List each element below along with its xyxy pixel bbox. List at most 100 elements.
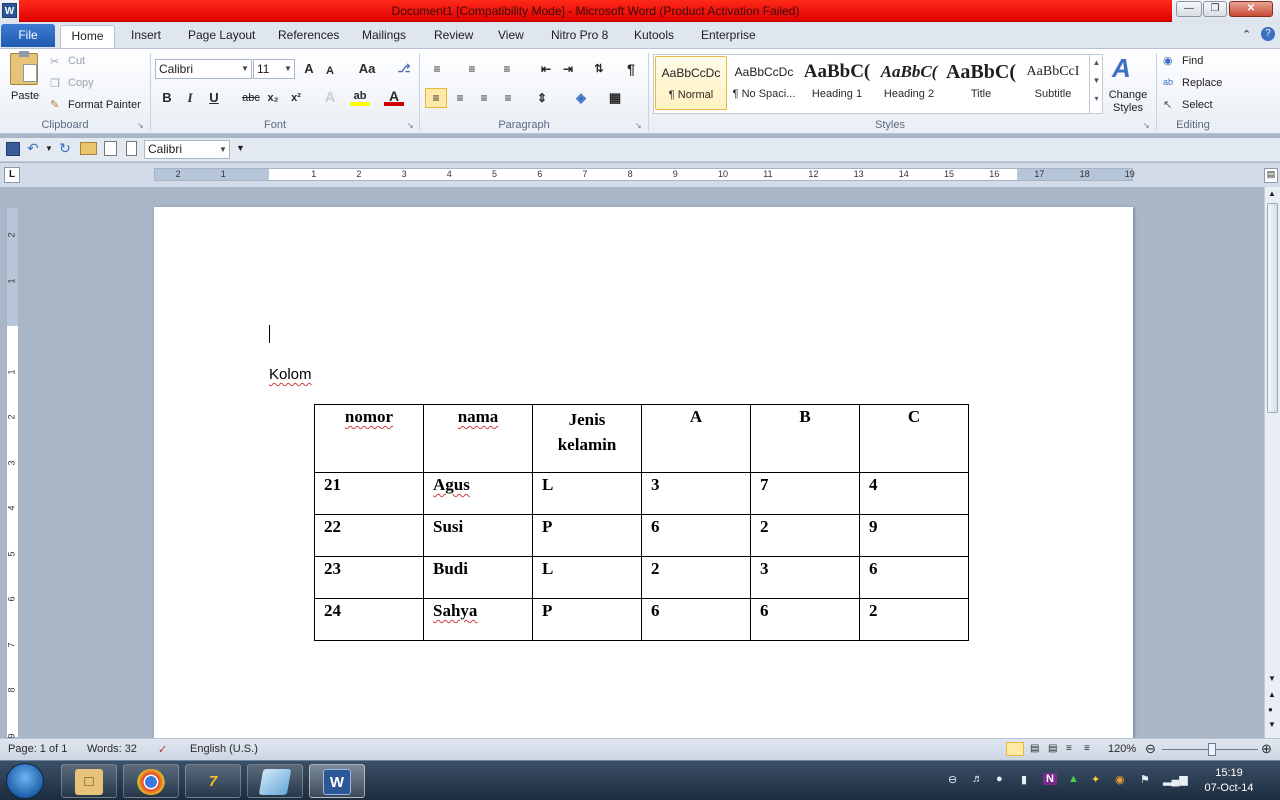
tab-review[interactable]: Review — [434, 28, 473, 42]
battery-icon[interactable]: ▮ — [1021, 773, 1027, 786]
table-cell[interactable]: 6 — [859, 556, 969, 599]
table-cell[interactable]: 2 — [859, 598, 969, 641]
paste-button[interactable]: Paste — [11, 90, 39, 102]
numbering-icon[interactable]: ≡ — [462, 59, 482, 79]
select-browse-object-icon[interactable]: ● — [1268, 705, 1273, 714]
styles-launcher-icon[interactable]: ↘ — [1143, 121, 1150, 130]
repeat-icon[interactable]: ↻ — [59, 140, 71, 157]
taskbar-app[interactable] — [247, 764, 303, 798]
start-button[interactable] — [6, 763, 44, 799]
italic-button[interactable]: I — [180, 88, 200, 108]
signal-icon[interactable]: ▂▄▆ — [1163, 773, 1188, 786]
font-color-icon[interactable]: A — [384, 88, 404, 106]
document-table[interactable]: nomor nama Jenis kelamin A B C 21 Agus L… — [314, 404, 969, 641]
tab-enterprise[interactable]: Enterprise — [701, 28, 756, 42]
vertical-scrollbar[interactable]: ▲ ▼ ▲ ● ▼ — [1264, 187, 1280, 738]
styles-gallery-scroll[interactable]: ▲ ▼ ▾ — [1089, 54, 1103, 114]
table-cell[interactable]: 24 — [314, 598, 424, 641]
table-header-cell[interactable]: nama — [423, 404, 533, 473]
qat-font-combo[interactable]: Calibri ▼ — [144, 140, 230, 159]
bold-button[interactable]: B — [157, 88, 177, 108]
minimize-ribbon-icon[interactable]: ⌃ — [1242, 28, 1251, 41]
table-header-cell[interactable]: A — [641, 404, 751, 473]
justify-button[interactable]: ≡ — [498, 88, 518, 108]
word-count[interactable]: Words: 32 — [87, 743, 137, 755]
table-cell[interactable]: Agus — [423, 472, 533, 515]
tray-app-icon[interactable]: ✦ — [1091, 773, 1100, 786]
clear-formatting-icon[interactable]: ⎇ — [394, 59, 414, 79]
taskbar-chrome[interactable] — [123, 764, 179, 798]
undo-icon[interactable]: ↶ — [27, 140, 39, 157]
scroll-up-icon[interactable]: ▲ — [1268, 189, 1276, 198]
table-cell[interactable]: 6 — [750, 598, 860, 641]
table-cell[interactable]: 9 — [859, 514, 969, 557]
web-layout-view-icon[interactable]: ▤ — [1048, 743, 1057, 754]
table-cell[interactable]: Budi — [423, 556, 533, 599]
table-header-cell[interactable]: Jenis kelamin — [532, 404, 642, 473]
shrink-font-icon[interactable]: A — [320, 61, 340, 81]
minimize-button[interactable]: — — [1176, 1, 1202, 17]
zoom-slider-thumb[interactable] — [1208, 743, 1216, 756]
document-heading[interactable]: Kolom — [269, 366, 312, 383]
sort-icon[interactable]: ⇅ — [589, 59, 609, 79]
text-effects-icon[interactable]: A — [320, 88, 340, 108]
scrollbar-thumb[interactable] — [1267, 203, 1278, 413]
table-cell[interactable]: 3 — [641, 472, 751, 515]
font-name-combo[interactable]: Calibri ▼ — [155, 59, 252, 79]
new-document-icon[interactable] — [126, 141, 137, 156]
tab-mailings[interactable]: Mailings — [362, 28, 406, 42]
full-screen-view-icon[interactable]: ▤ — [1030, 743, 1039, 754]
word-app-icon[interactable]: W — [2, 3, 17, 18]
font-size-combo[interactable]: 11 ▼ — [253, 59, 295, 79]
network-globe-icon[interactable]: ◉ — [1115, 773, 1125, 786]
tab-insert[interactable]: Insert — [131, 28, 161, 42]
clipboard-launcher-icon[interactable]: ↘ — [137, 121, 144, 130]
select-button[interactable]: Select — [1182, 99, 1213, 111]
open-folder-icon[interactable] — [80, 142, 97, 155]
table-cell[interactable]: P — [532, 514, 642, 557]
print-layout-view-icon[interactable] — [1006, 742, 1024, 756]
system-clock[interactable]: 15:19 07-Oct-14 — [1194, 766, 1264, 796]
zoom-out-icon[interactable]: ⊖ — [1145, 741, 1156, 757]
zoom-level[interactable]: 120% — [1108, 743, 1136, 755]
outline-view-icon[interactable]: ≡ — [1066, 743, 1072, 754]
save-icon[interactable] — [6, 142, 20, 156]
tab-kutools[interactable]: Kutools — [634, 28, 674, 42]
table-cell[interactable]: 3 — [750, 556, 860, 599]
bullets-icon[interactable]: ≡ — [427, 59, 447, 79]
paragraph-launcher-icon[interactable]: ↘ — [635, 121, 642, 130]
customize-qat-icon[interactable]: ▼ — [236, 143, 245, 153]
line-spacing-icon[interactable]: ⇕ — [532, 88, 552, 108]
style-heading-2[interactable]: AaBbC(Heading 2 — [873, 56, 945, 110]
tab-references[interactable]: References — [278, 28, 339, 42]
multilevel-list-icon[interactable]: ≡ — [497, 59, 517, 79]
show-formatting-icon[interactable]: ¶ — [621, 59, 641, 79]
language-indicator[interactable]: English (U.S.) — [190, 743, 258, 755]
page-count[interactable]: Page: 1 of 1 — [8, 743, 67, 755]
underline-button[interactable]: U — [204, 88, 224, 108]
format-painter-button[interactable]: Format Painter — [68, 99, 141, 111]
font-launcher-icon[interactable]: ↘ — [407, 121, 414, 130]
table-cell[interactable]: Sahya — [423, 598, 533, 641]
style-normal[interactable]: AaBbCcDc ¶ Normal — [655, 56, 727, 110]
cut-button[interactable]: Cut — [68, 55, 85, 67]
scroll-down-icon[interactable]: ▼ — [1268, 674, 1276, 683]
draft-view-icon[interactable]: ≡ — [1084, 743, 1090, 754]
grow-font-icon[interactable]: A — [299, 59, 319, 79]
style-heading-1[interactable]: AaBbC(Heading 1 — [801, 56, 873, 110]
tab-page-layout[interactable]: Page Layout — [188, 28, 255, 42]
vertical-ruler[interactable]: 21123456789 — [6, 207, 19, 738]
find-button[interactable]: Find — [1182, 55, 1203, 67]
table-cell[interactable]: L — [532, 472, 642, 515]
tab-file[interactable]: File — [1, 24, 55, 47]
proofing-icon[interactable]: ✓ — [158, 743, 167, 756]
zoom-in-icon[interactable]: ⊕ — [1261, 741, 1272, 757]
table-header-cell[interactable]: nomor — [314, 404, 424, 473]
tray-icon[interactable]: ⊖ — [948, 773, 957, 786]
shading-icon[interactable]: ◈ — [571, 88, 591, 108]
table-cell[interactable]: 21 — [314, 472, 424, 515]
replace-button[interactable]: Replace — [1182, 77, 1222, 89]
tab-nitro-pro[interactable]: Nitro Pro 8 — [551, 28, 608, 42]
style-no-spacing[interactable]: AaBbCcDc ¶ No Spaci... — [728, 56, 800, 110]
table-cell[interactable]: 7 — [750, 472, 860, 515]
